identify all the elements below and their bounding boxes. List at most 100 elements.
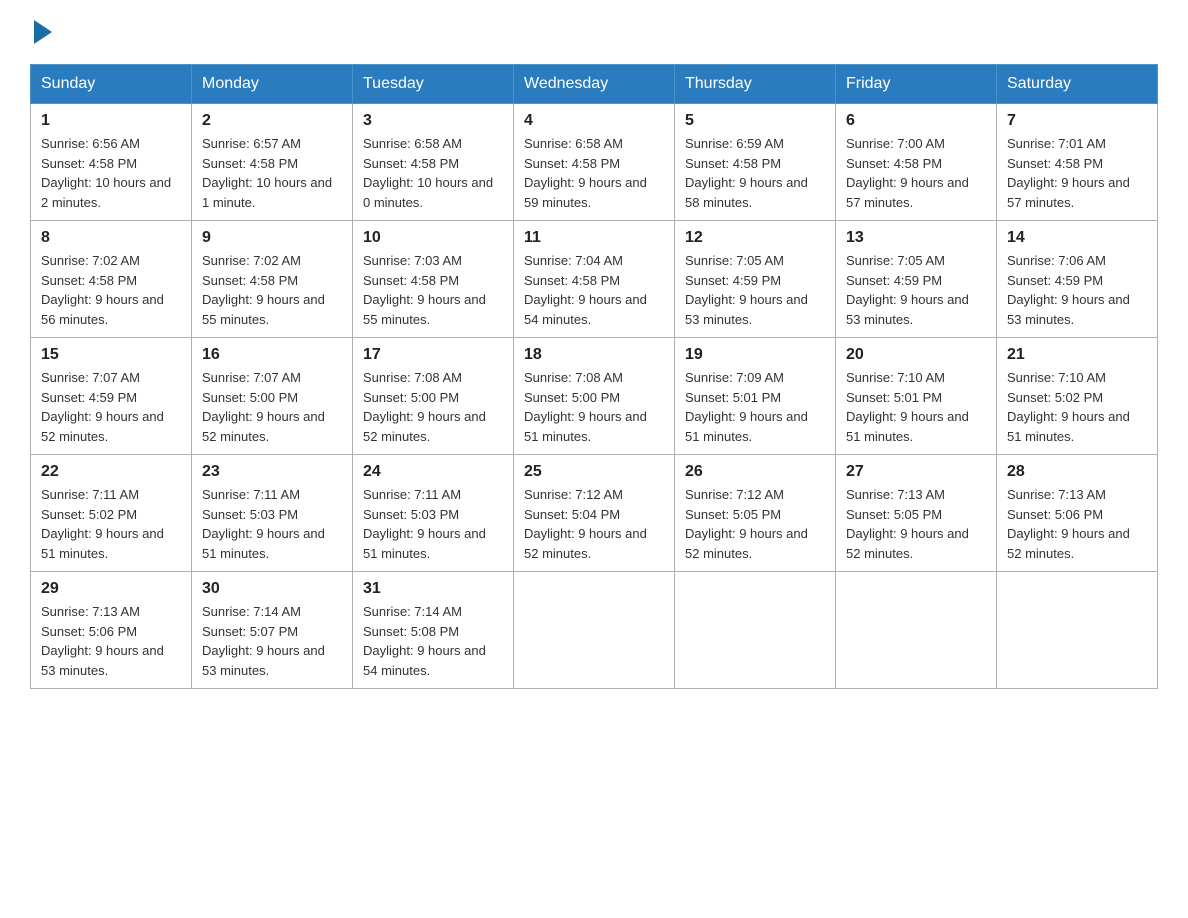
calendar-body: 1 Sunrise: 6:56 AM Sunset: 4:58 PM Dayli… (31, 104, 1158, 689)
calendar-day-cell: 24 Sunrise: 7:11 AM Sunset: 5:03 PM Dayl… (353, 455, 514, 572)
day-info: Sunrise: 6:56 AM Sunset: 4:58 PM Dayligh… (41, 134, 181, 212)
calendar-day-cell: 21 Sunrise: 7:10 AM Sunset: 5:02 PM Dayl… (997, 338, 1158, 455)
day-info: Sunrise: 7:08 AM Sunset: 5:00 PM Dayligh… (524, 368, 664, 446)
calendar-day-cell (514, 572, 675, 689)
day-number: 15 (41, 346, 181, 364)
day-info: Sunrise: 7:06 AM Sunset: 4:59 PM Dayligh… (1007, 251, 1147, 329)
day-number: 25 (524, 463, 664, 481)
day-info: Sunrise: 7:08 AM Sunset: 5:00 PM Dayligh… (363, 368, 503, 446)
day-info: Sunrise: 7:14 AM Sunset: 5:07 PM Dayligh… (202, 602, 342, 680)
calendar-table: SundayMondayTuesdayWednesdayThursdayFrid… (30, 64, 1158, 689)
day-info: Sunrise: 7:09 AM Sunset: 5:01 PM Dayligh… (685, 368, 825, 446)
day-number: 26 (685, 463, 825, 481)
calendar-day-cell: 14 Sunrise: 7:06 AM Sunset: 4:59 PM Dayl… (997, 221, 1158, 338)
day-of-week-header: Saturday (997, 65, 1158, 104)
day-info: Sunrise: 7:11 AM Sunset: 5:02 PM Dayligh… (41, 485, 181, 563)
calendar-day-cell: 23 Sunrise: 7:11 AM Sunset: 5:03 PM Dayl… (192, 455, 353, 572)
day-of-week-header: Tuesday (353, 65, 514, 104)
calendar-day-cell (997, 572, 1158, 689)
calendar-day-cell: 6 Sunrise: 7:00 AM Sunset: 4:58 PM Dayli… (836, 104, 997, 221)
day-number: 6 (846, 112, 986, 130)
calendar-day-cell: 5 Sunrise: 6:59 AM Sunset: 4:58 PM Dayli… (675, 104, 836, 221)
calendar-day-cell: 25 Sunrise: 7:12 AM Sunset: 5:04 PM Dayl… (514, 455, 675, 572)
calendar-day-cell: 22 Sunrise: 7:11 AM Sunset: 5:02 PM Dayl… (31, 455, 192, 572)
day-info: Sunrise: 7:13 AM Sunset: 5:06 PM Dayligh… (41, 602, 181, 680)
day-info: Sunrise: 7:05 AM Sunset: 4:59 PM Dayligh… (685, 251, 825, 329)
day-number: 24 (363, 463, 503, 481)
calendar-day-cell: 18 Sunrise: 7:08 AM Sunset: 5:00 PM Dayl… (514, 338, 675, 455)
calendar-day-cell: 16 Sunrise: 7:07 AM Sunset: 5:00 PM Dayl… (192, 338, 353, 455)
day-number: 30 (202, 580, 342, 598)
day-number: 13 (846, 229, 986, 247)
calendar-day-cell: 10 Sunrise: 7:03 AM Sunset: 4:58 PM Dayl… (353, 221, 514, 338)
calendar-day-cell: 8 Sunrise: 7:02 AM Sunset: 4:58 PM Dayli… (31, 221, 192, 338)
calendar-day-cell: 3 Sunrise: 6:58 AM Sunset: 4:58 PM Dayli… (353, 104, 514, 221)
day-number: 29 (41, 580, 181, 598)
calendar-day-cell: 9 Sunrise: 7:02 AM Sunset: 4:58 PM Dayli… (192, 221, 353, 338)
calendar-day-cell: 29 Sunrise: 7:13 AM Sunset: 5:06 PM Dayl… (31, 572, 192, 689)
day-number: 8 (41, 229, 181, 247)
day-info: Sunrise: 7:02 AM Sunset: 4:58 PM Dayligh… (202, 251, 342, 329)
day-info: Sunrise: 6:58 AM Sunset: 4:58 PM Dayligh… (524, 134, 664, 212)
day-info: Sunrise: 7:07 AM Sunset: 5:00 PM Dayligh… (202, 368, 342, 446)
calendar-day-cell: 13 Sunrise: 7:05 AM Sunset: 4:59 PM Dayl… (836, 221, 997, 338)
calendar-day-cell: 20 Sunrise: 7:10 AM Sunset: 5:01 PM Dayl… (836, 338, 997, 455)
calendar-header: SundayMondayTuesdayWednesdayThursdayFrid… (31, 65, 1158, 104)
day-info: Sunrise: 7:10 AM Sunset: 5:01 PM Dayligh… (846, 368, 986, 446)
calendar-day-cell: 4 Sunrise: 6:58 AM Sunset: 4:58 PM Dayli… (514, 104, 675, 221)
day-number: 23 (202, 463, 342, 481)
day-number: 18 (524, 346, 664, 364)
day-info: Sunrise: 6:57 AM Sunset: 4:58 PM Dayligh… (202, 134, 342, 212)
day-info: Sunrise: 7:12 AM Sunset: 5:04 PM Dayligh… (524, 485, 664, 563)
calendar-week-row: 22 Sunrise: 7:11 AM Sunset: 5:02 PM Dayl… (31, 455, 1158, 572)
logo (30, 20, 52, 44)
calendar-day-cell: 17 Sunrise: 7:08 AM Sunset: 5:00 PM Dayl… (353, 338, 514, 455)
day-number: 21 (1007, 346, 1147, 364)
calendar-day-cell (675, 572, 836, 689)
day-number: 14 (1007, 229, 1147, 247)
day-info: Sunrise: 7:04 AM Sunset: 4:58 PM Dayligh… (524, 251, 664, 329)
page-header (30, 20, 1158, 44)
day-info: Sunrise: 7:12 AM Sunset: 5:05 PM Dayligh… (685, 485, 825, 563)
day-number: 1 (41, 112, 181, 130)
day-info: Sunrise: 7:02 AM Sunset: 4:58 PM Dayligh… (41, 251, 181, 329)
day-info: Sunrise: 7:01 AM Sunset: 4:58 PM Dayligh… (1007, 134, 1147, 212)
day-number: 5 (685, 112, 825, 130)
day-of-week-header: Sunday (31, 65, 192, 104)
calendar-day-cell: 1 Sunrise: 6:56 AM Sunset: 4:58 PM Dayli… (31, 104, 192, 221)
day-info: Sunrise: 7:00 AM Sunset: 4:58 PM Dayligh… (846, 134, 986, 212)
day-number: 7 (1007, 112, 1147, 130)
day-number: 2 (202, 112, 342, 130)
day-info: Sunrise: 6:58 AM Sunset: 4:58 PM Dayligh… (363, 134, 503, 212)
logo-triangle-icon (34, 20, 52, 44)
day-number: 17 (363, 346, 503, 364)
day-number: 12 (685, 229, 825, 247)
calendar-day-cell: 26 Sunrise: 7:12 AM Sunset: 5:05 PM Dayl… (675, 455, 836, 572)
day-info: Sunrise: 7:05 AM Sunset: 4:59 PM Dayligh… (846, 251, 986, 329)
calendar-week-row: 15 Sunrise: 7:07 AM Sunset: 4:59 PM Dayl… (31, 338, 1158, 455)
day-info: Sunrise: 7:11 AM Sunset: 5:03 PM Dayligh… (202, 485, 342, 563)
calendar-day-cell: 27 Sunrise: 7:13 AM Sunset: 5:05 PM Dayl… (836, 455, 997, 572)
day-number: 28 (1007, 463, 1147, 481)
day-of-week-header: Thursday (675, 65, 836, 104)
day-of-week-header: Monday (192, 65, 353, 104)
calendar-day-cell: 30 Sunrise: 7:14 AM Sunset: 5:07 PM Dayl… (192, 572, 353, 689)
calendar-day-cell: 11 Sunrise: 7:04 AM Sunset: 4:58 PM Dayl… (514, 221, 675, 338)
day-of-week-header: Wednesday (514, 65, 675, 104)
calendar-week-row: 8 Sunrise: 7:02 AM Sunset: 4:58 PM Dayli… (31, 221, 1158, 338)
day-number: 4 (524, 112, 664, 130)
day-number: 31 (363, 580, 503, 598)
day-info: Sunrise: 7:10 AM Sunset: 5:02 PM Dayligh… (1007, 368, 1147, 446)
day-info: Sunrise: 7:11 AM Sunset: 5:03 PM Dayligh… (363, 485, 503, 563)
day-number: 16 (202, 346, 342, 364)
calendar-day-cell: 7 Sunrise: 7:01 AM Sunset: 4:58 PM Dayli… (997, 104, 1158, 221)
day-info: Sunrise: 7:03 AM Sunset: 4:58 PM Dayligh… (363, 251, 503, 329)
day-number: 3 (363, 112, 503, 130)
day-number: 20 (846, 346, 986, 364)
day-number: 9 (202, 229, 342, 247)
day-number: 10 (363, 229, 503, 247)
day-info: Sunrise: 6:59 AM Sunset: 4:58 PM Dayligh… (685, 134, 825, 212)
calendar-day-cell (836, 572, 997, 689)
calendar-day-cell: 19 Sunrise: 7:09 AM Sunset: 5:01 PM Dayl… (675, 338, 836, 455)
calendar-day-cell: 31 Sunrise: 7:14 AM Sunset: 5:08 PM Dayl… (353, 572, 514, 689)
